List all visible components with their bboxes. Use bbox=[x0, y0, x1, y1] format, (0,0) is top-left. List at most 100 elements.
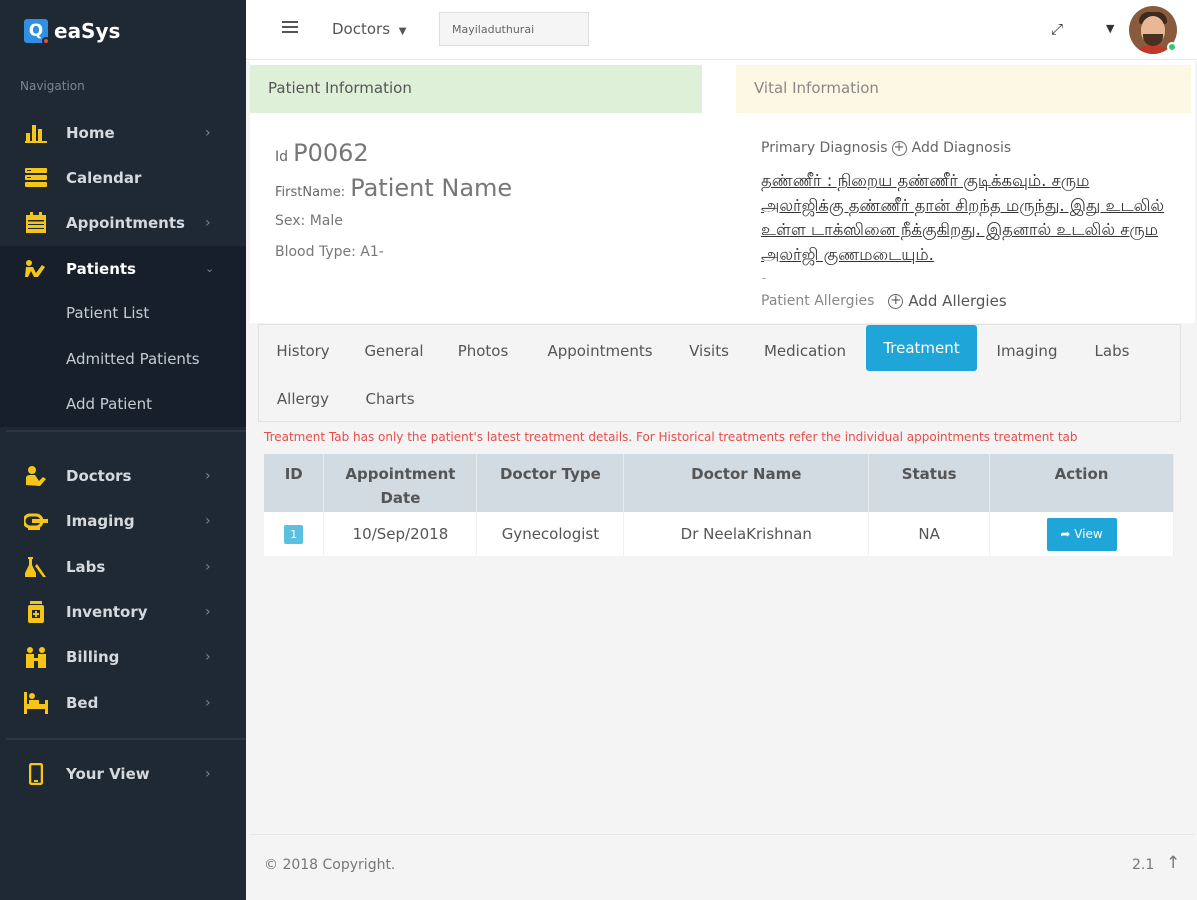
column-header-appointment-date: Appointment Date bbox=[323, 454, 478, 512]
sidebar-item-label: Imaging bbox=[66, 511, 135, 530]
online-status-icon bbox=[1167, 42, 1177, 52]
add-diagnosis-link[interactable]: Add Diagnosis bbox=[912, 140, 1012, 156]
tab-visits[interactable]: Visits bbox=[677, 328, 741, 374]
add-circle-icon: + bbox=[888, 293, 904, 309]
sidebar-item-calendar[interactable]: Calendar bbox=[0, 155, 246, 200]
brand[interactable]: eaSys bbox=[24, 14, 120, 48]
diagnosis-separator: - bbox=[762, 271, 767, 285]
patient-first-name: FirstName: Patient Name bbox=[275, 174, 512, 202]
sidebar-item-imaging[interactable]: Imaging › bbox=[0, 498, 246, 543]
location-input[interactable] bbox=[439, 12, 589, 46]
patient-allergies-row: Patient Allergies + Add Allergies bbox=[761, 292, 1007, 310]
sidebar-item-label: Inventory bbox=[66, 602, 148, 621]
tab-treatment[interactable]: Treatment bbox=[866, 325, 977, 371]
share-arrow-icon: ➦ bbox=[1060, 526, 1071, 541]
tab-general[interactable]: General bbox=[354, 328, 434, 374]
add-circle-icon[interactable]: + bbox=[891, 140, 907, 156]
chevron-right-icon: › bbox=[205, 512, 211, 529]
sidebar-item-label: Billing bbox=[66, 647, 120, 666]
imaging-icon bbox=[24, 509, 48, 533]
sidebar-item-bed[interactable]: Bed › bbox=[0, 680, 246, 725]
chevron-right-icon: › bbox=[205, 694, 211, 711]
column-header-doctor-name: Doctor Name bbox=[623, 454, 870, 512]
calendar-icon bbox=[24, 211, 48, 235]
sidebar-item-inventory[interactable]: Inventory › bbox=[0, 589, 246, 634]
patient-sex: Sex: Male bbox=[275, 213, 343, 229]
view-button[interactable]: ➦ View bbox=[1046, 517, 1117, 551]
tab-imaging[interactable]: Imaging bbox=[987, 328, 1067, 374]
sidebar-item-patients[interactable]: Patients ⌄ bbox=[0, 246, 246, 291]
tab-allergy[interactable]: Allergy bbox=[264, 376, 342, 422]
chevron-right-icon: › bbox=[205, 648, 211, 665]
tab-labs[interactable]: Labs bbox=[1084, 328, 1140, 374]
sidebar-subitem-patient-list[interactable]: Patient List bbox=[66, 304, 149, 322]
sidebar-item-appointments[interactable]: Appointments › bbox=[0, 200, 246, 245]
cell-appointment-date: 10/Sep/2018 bbox=[323, 512, 478, 556]
sidebar: eaSys Navigation Home › Calendar Appoint… bbox=[0, 0, 246, 900]
sidebar-subitem-admitted-patients[interactable]: Admitted Patients bbox=[66, 350, 200, 368]
patient-allergies-label: Patient Allergies bbox=[761, 293, 875, 309]
bed-icon bbox=[24, 691, 48, 715]
menu-toggle-icon[interactable] bbox=[282, 21, 298, 37]
chevron-right-icon: › bbox=[205, 467, 211, 484]
primary-diagnosis-row: Primary Diagnosis + Add Diagnosis bbox=[761, 140, 1011, 156]
cell-id: 1 bbox=[264, 512, 325, 556]
column-header-id: ID bbox=[264, 454, 325, 512]
doctors-dropdown-label: Doctors bbox=[332, 20, 391, 38]
tab-photos[interactable]: Photos bbox=[448, 328, 518, 374]
inventory-icon bbox=[24, 600, 48, 624]
id-badge: 1 bbox=[284, 525, 304, 544]
treatment-notice: Treatment Tab has only the patient's lat… bbox=[264, 430, 1078, 444]
sidebar-item-labs[interactable]: Labs › bbox=[0, 544, 246, 589]
user-menu-caret-icon[interactable]: ▼ bbox=[1106, 22, 1114, 35]
cell-status: NA bbox=[868, 512, 991, 556]
chevron-down-icon: ⌄ bbox=[205, 262, 215, 275]
patient-blood-type: Blood Type: A1- bbox=[275, 244, 384, 260]
sidebar-item-label: Calendar bbox=[66, 168, 142, 187]
tab-history[interactable]: History bbox=[264, 328, 342, 374]
sidebar-divider bbox=[6, 738, 246, 740]
column-header-doctor-type: Doctor Type bbox=[476, 454, 625, 512]
sidebar-item-label: Patients bbox=[66, 259, 136, 278]
labs-icon bbox=[24, 555, 48, 579]
doctors-dropdown[interactable]: Doctors ▼ bbox=[332, 20, 407, 38]
primary-diagnosis-label: Primary Diagnosis bbox=[761, 140, 888, 156]
caret-down-icon: ▼ bbox=[398, 26, 407, 37]
chevron-right-icon: › bbox=[205, 214, 211, 231]
patient-id-label: Id bbox=[275, 149, 289, 165]
column-header-action: Action bbox=[989, 454, 1174, 512]
vital-info-header: Vital Information bbox=[736, 65, 1191, 113]
table-row: 1 10/Sep/2018 Gynecologist Dr NeelaKrish… bbox=[264, 512, 1174, 556]
tab-charts[interactable]: Charts bbox=[354, 376, 426, 422]
tab-medication[interactable]: Medication bbox=[754, 328, 856, 374]
sidebar-item-label: Appointments bbox=[66, 213, 185, 232]
view-button-label: View bbox=[1074, 526, 1103, 541]
calendar-stack-icon bbox=[24, 166, 48, 190]
app-name: eaSys bbox=[54, 19, 121, 43]
version: 2.1 bbox=[1132, 857, 1155, 873]
diagnosis-text[interactable]: தண்ணீர் : நிறைய தண்ணீர் குடிக்கவும். சரு… bbox=[761, 169, 1171, 267]
sidebar-item-your-view[interactable]: Your View › bbox=[0, 751, 246, 796]
tab-appointments[interactable]: Appointments bbox=[537, 328, 663, 374]
sidebar-item-label: Home bbox=[66, 123, 115, 142]
patients-submenu: Patient List Admitted Patients Add Patie… bbox=[0, 291, 246, 427]
scroll-top-icon[interactable]: ↑ bbox=[1166, 853, 1180, 873]
expand-icon[interactable]: ⤢ bbox=[1051, 20, 1063, 38]
sidebar-item-label: Your View bbox=[66, 764, 150, 783]
patient-id: Id P0062 bbox=[275, 139, 369, 167]
patient-bed-icon bbox=[24, 257, 48, 281]
cell-action: ➦ View bbox=[989, 512, 1174, 556]
patient-tabs: History General Photos Appointments Visi… bbox=[258, 324, 1181, 422]
bar-chart-icon bbox=[24, 121, 48, 145]
sidebar-item-label: Labs bbox=[66, 557, 106, 576]
sidebar-item-doctors[interactable]: Doctors › bbox=[0, 453, 246, 498]
sidebar-item-billing[interactable]: Billing › bbox=[0, 634, 246, 679]
billing-icon bbox=[24, 645, 48, 669]
sidebar-item-label: Doctors bbox=[66, 466, 132, 485]
sidebar-subitem-add-patient[interactable]: Add Patient bbox=[66, 395, 152, 413]
nav-heading: Navigation bbox=[20, 79, 85, 93]
add-allergies-button[interactable]: + Add Allergies bbox=[884, 292, 1007, 310]
sidebar-item-home[interactable]: Home › bbox=[0, 110, 246, 155]
first-name-label: FirstName: bbox=[275, 185, 346, 200]
cell-doctor-type: Gynecologist bbox=[476, 512, 625, 556]
